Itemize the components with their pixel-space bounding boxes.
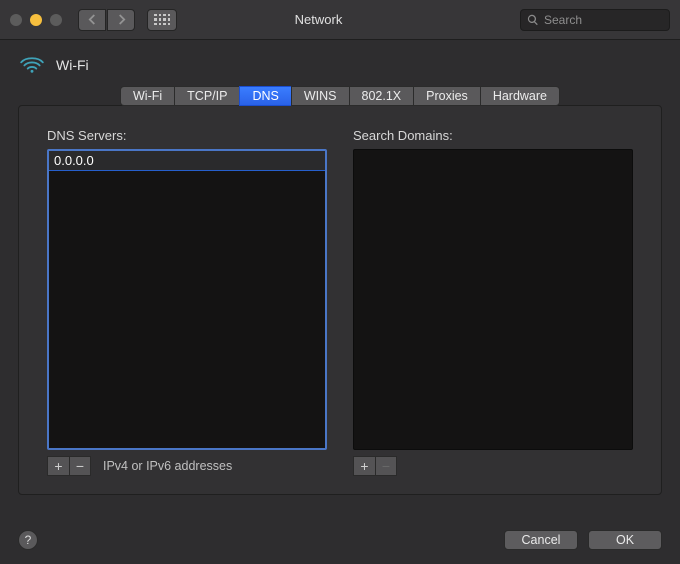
remove-dns-server-button[interactable]: − (69, 456, 91, 476)
minimize-window-button[interactable] (30, 14, 42, 26)
dns-servers-controls: + − IPv4 or IPv6 addresses (47, 456, 327, 476)
tab-wins[interactable]: WINS (291, 86, 349, 106)
search-domains-controls: + − (353, 456, 633, 476)
search-field[interactable] (520, 9, 670, 31)
search-input[interactable] (544, 13, 680, 27)
close-window-button[interactable] (10, 14, 22, 26)
dns-servers-column: DNS Servers: 0.0.0.0 + − IPv4 or IPv6 ad… (47, 128, 327, 476)
cancel-button[interactable]: Cancel (504, 530, 578, 550)
search-domains-label: Search Domains: (353, 128, 633, 143)
search-domains-list[interactable] (353, 149, 633, 450)
content: Wi-Fi Wi-Fi TCP/IP DNS WINS 802.1X Proxi… (0, 40, 680, 495)
dns-servers-list[interactable]: 0.0.0.0 (47, 149, 327, 450)
ok-button[interactable]: OK (588, 530, 662, 550)
tab-wifi[interactable]: Wi-Fi (120, 86, 174, 106)
dns-server-entry[interactable]: 0.0.0.0 (49, 151, 325, 171)
back-button[interactable] (78, 9, 106, 31)
help-button[interactable]: ? (18, 530, 38, 550)
interface-name: Wi-Fi (56, 57, 89, 73)
search-icon (527, 14, 539, 26)
tab-hardware[interactable]: Hardware (480, 86, 560, 106)
zoom-window-button[interactable] (50, 14, 62, 26)
tabs: Wi-Fi TCP/IP DNS WINS 802.1X Proxies Har… (18, 86, 662, 106)
tab-tcpip[interactable]: TCP/IP (174, 86, 239, 106)
window-title: Network (125, 12, 512, 27)
tab-8021x[interactable]: 802.1X (349, 86, 414, 106)
add-search-domain-button[interactable]: + (353, 456, 375, 476)
dns-panel: DNS Servers: 0.0.0.0 + − IPv4 or IPv6 ad… (18, 105, 662, 495)
interface-header: Wi-Fi (18, 52, 662, 86)
add-dns-server-button[interactable]: + (47, 456, 69, 476)
tab-dns[interactable]: DNS (239, 86, 290, 106)
traffic-lights (10, 14, 62, 26)
remove-search-domain-button: − (375, 456, 397, 476)
dns-servers-label: DNS Servers: (47, 128, 327, 143)
search-domains-column: Search Domains: + − (353, 128, 633, 476)
dns-servers-hint: IPv4 or IPv6 addresses (103, 459, 232, 473)
chevron-left-icon (88, 14, 97, 25)
tab-proxies[interactable]: Proxies (413, 86, 480, 106)
footer: ? Cancel OK (18, 530, 662, 550)
wifi-icon (20, 56, 44, 74)
titlebar: Network (0, 0, 680, 40)
